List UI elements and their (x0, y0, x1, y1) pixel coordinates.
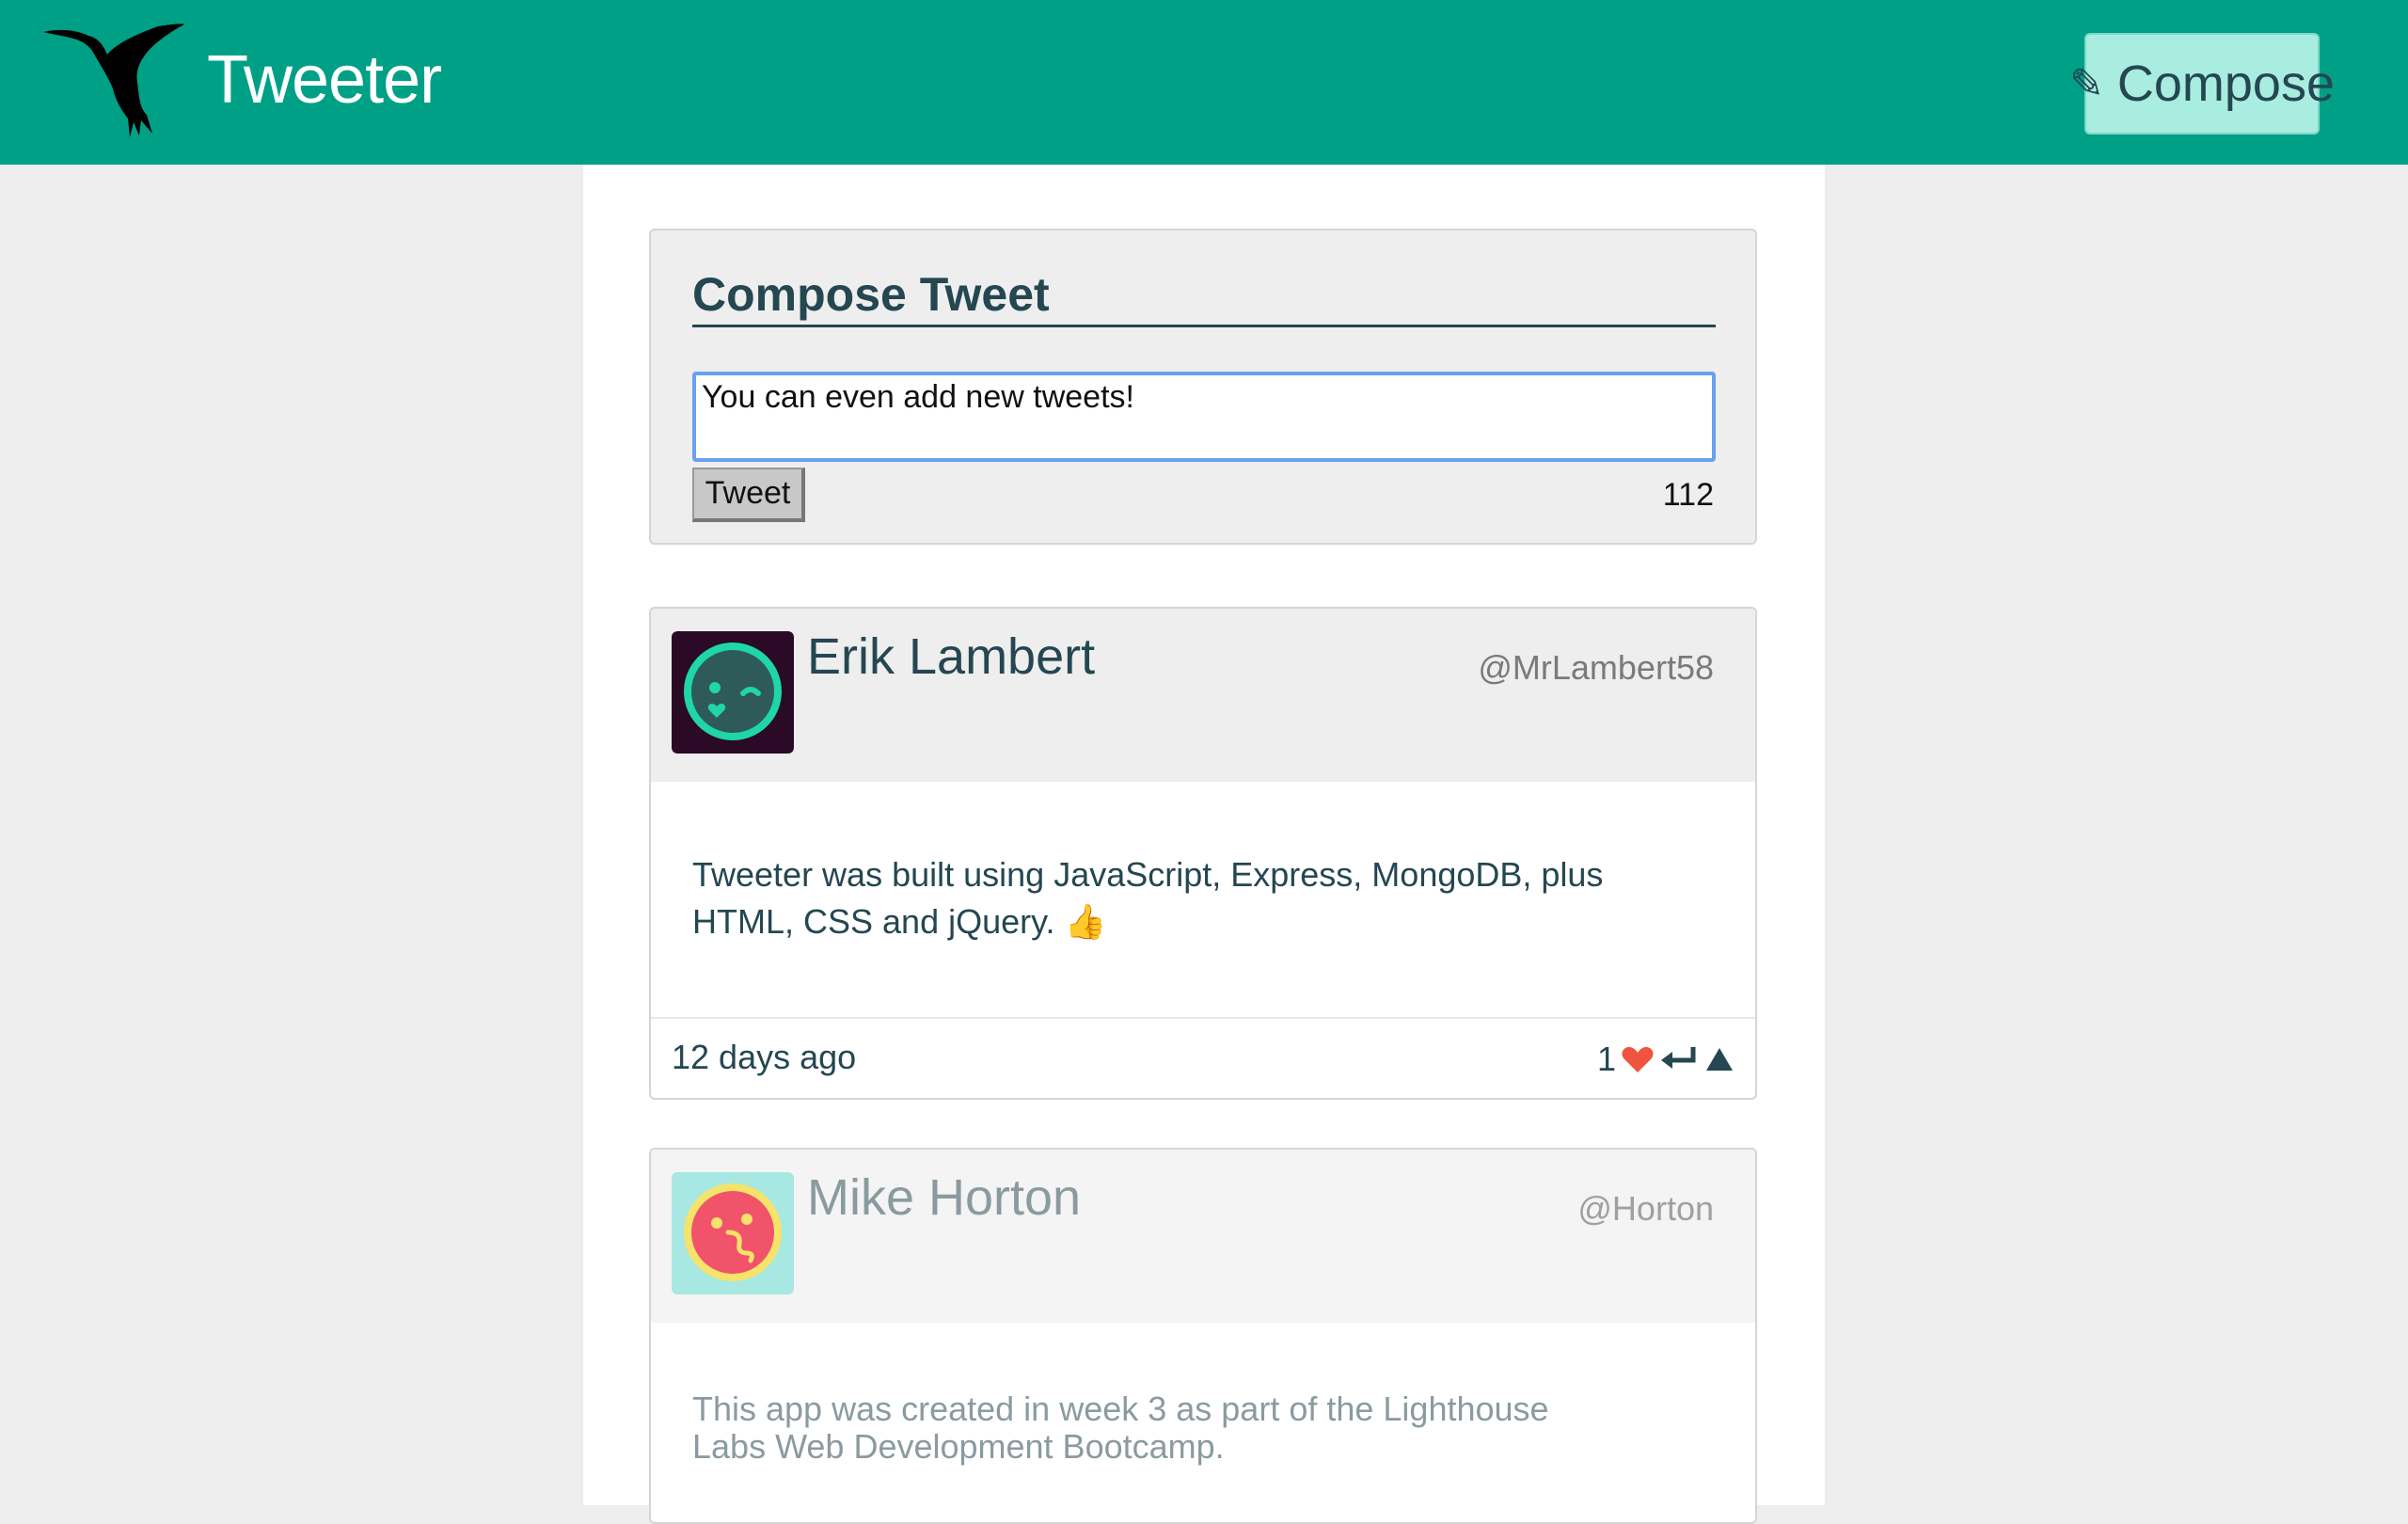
tweet-card: Erik Lambert @MrLambert58 Tweeter was bu… (649, 607, 1757, 1100)
tweet-header: Mike Horton @Horton (651, 1150, 1755, 1323)
app-title[interactable]: Tweeter (207, 41, 442, 119)
tweet-input[interactable] (692, 372, 1716, 462)
tweet-author-handle: @MrLambert58 (1478, 648, 1714, 687)
compose-button-label: Compose (2116, 56, 2335, 112)
tweet-actions: 1 (1597, 1040, 1735, 1079)
retweet-icon[interactable] (1704, 1045, 1735, 1073)
tweet-text: Tweeter was built using JavaScript, Expr… (692, 855, 1604, 941)
tweet-author-name: Mike Horton (807, 1169, 1082, 1226)
tweet-author-handle: @Horton (1577, 1189, 1714, 1228)
tweet-body: This app was created in week 3 as part o… (651, 1323, 1755, 1522)
tweet-footer: 12 days ago 1 (651, 1019, 1755, 1098)
tweet-card: Mike Horton @Horton This app was created… (649, 1148, 1757, 1524)
tweet-text: This app was created in week 3 as part o… (692, 1389, 1549, 1466)
like-count: 1 (1596, 1040, 1616, 1078)
character-counter: 112 (1662, 477, 1714, 513)
heart-icon[interactable] (1622, 1045, 1654, 1073)
hummingbird-logo (43, 24, 184, 138)
compose-title: Compose Tweet (692, 268, 1716, 327)
tweet-author-name: Erik Lambert (807, 628, 1096, 685)
navbar: Tweeter ✎ Compose (0, 0, 2408, 165)
compose-button[interactable]: ✎ Compose (2069, 33, 2335, 135)
pencil-icon: ✎ (2069, 60, 2104, 107)
main-container: Compose Tweet Tweet 112 Erik Lambert @Mr… (583, 165, 1825, 1524)
tweet-submit-button[interactable]: Tweet (692, 468, 805, 522)
tweet-body: Tweeter was built using JavaScript, Expr… (651, 782, 1755, 1019)
reply-icon[interactable] (1659, 1045, 1699, 1073)
avatar (672, 631, 794, 754)
tweet-timestamp: 12 days ago (672, 1038, 857, 1076)
avatar (672, 1172, 794, 1294)
compose-tweet-form: Compose Tweet Tweet 112 (649, 229, 1757, 545)
tweet-header: Erik Lambert @MrLambert58 (651, 609, 1755, 782)
